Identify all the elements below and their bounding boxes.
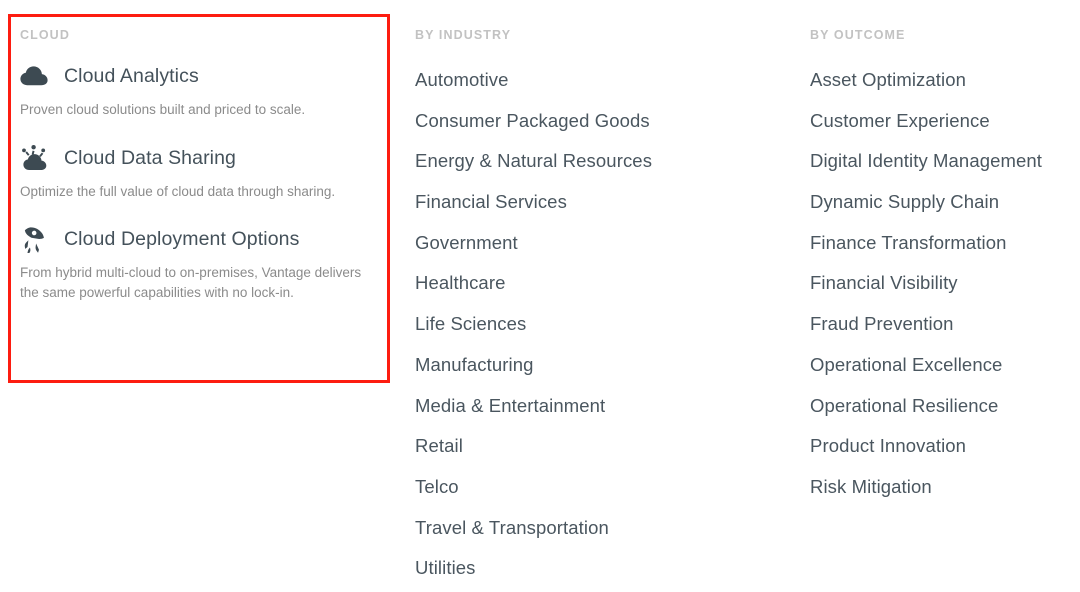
outcome-link[interactable]: Customer Experience (810, 109, 1080, 150)
industry-link[interactable]: Retail (415, 434, 785, 475)
cloud-menu-item-head[interactable]: Cloud Analytics (20, 59, 392, 93)
outcome-link[interactable]: Financial Visibility (810, 271, 1080, 312)
cloud-menu-item-head[interactable]: Cloud Deployment Options (20, 222, 392, 256)
outcome-link[interactable]: Dynamic Supply Chain (810, 190, 1080, 231)
outcome-link[interactable]: Operational Resilience (810, 394, 1080, 435)
cloud-data-sharing-icon (20, 142, 64, 174)
outcome-link[interactable]: Risk Mitigation (810, 475, 1080, 516)
cloud-menu-item-title: Cloud Data Sharing (64, 147, 236, 169)
outcome-link[interactable]: Digital Identity Management (810, 149, 1080, 190)
outcome-column-heading: BY OUTCOME (810, 28, 906, 42)
industry-link[interactable]: Government (415, 231, 785, 272)
industry-link[interactable]: Automotive (415, 68, 785, 109)
industry-link-list: Automotive Consumer Packaged Goods Energ… (415, 68, 785, 592)
industry-link[interactable]: Manufacturing (415, 353, 785, 394)
industry-column: BY INDUSTRY Automotive Consumer Packaged… (415, 0, 785, 592)
rocket-icon (20, 223, 64, 255)
outcome-link[interactable]: Asset Optimization (810, 68, 1080, 109)
cloud-menu-item[interactable]: Cloud Data Sharing Optimize the full val… (20, 141, 392, 202)
cloud-menu-item-head[interactable]: Cloud Data Sharing (20, 141, 392, 175)
outcome-link[interactable]: Product Innovation (810, 434, 1080, 475)
industry-link[interactable]: Media & Entertainment (415, 394, 785, 435)
cloud-menu-item[interactable]: Cloud Deployment Options From hybrid mul… (20, 222, 392, 303)
outcome-column: BY OUTCOME Asset Optimization Customer E… (810, 0, 1080, 516)
outcome-link-list: Asset Optimization Customer Experience D… (810, 68, 1080, 516)
outcome-link[interactable]: Finance Transformation (810, 231, 1080, 272)
cloud-column: CLOUD Cloud Analytics Proven cloud solut… (20, 0, 392, 303)
mega-menu-panel: CLOUD Cloud Analytics Proven cloud solut… (0, 0, 1080, 592)
cloud-menu-item-title: Cloud Analytics (64, 65, 199, 87)
cloud-item-list: Cloud Analytics Proven cloud solutions b… (20, 59, 392, 303)
outcome-link[interactable]: Operational Excellence (810, 353, 1080, 394)
cloud-menu-item[interactable]: Cloud Analytics Proven cloud solutions b… (20, 59, 392, 120)
cloud-icon (20, 60, 64, 92)
industry-link[interactable]: Life Sciences (415, 312, 785, 353)
cloud-menu-item-description: From hybrid multi-cloud to on-premises, … (20, 265, 362, 300)
industry-link[interactable]: Consumer Packaged Goods (415, 109, 785, 150)
industry-link[interactable]: Utilities (415, 556, 785, 592)
cloud-menu-item-description: Proven cloud solutions built and priced … (20, 102, 306, 117)
industry-column-heading: BY INDUSTRY (415, 28, 512, 42)
industry-link[interactable]: Travel & Transportation (415, 516, 785, 557)
industry-link[interactable]: Healthcare (415, 271, 785, 312)
cloud-menu-item-description: Optimize the full value of cloud data th… (20, 184, 336, 199)
cloud-column-heading: CLOUD (20, 28, 70, 42)
industry-link[interactable]: Financial Services (415, 190, 785, 231)
industry-link[interactable]: Energy & Natural Resources (415, 149, 785, 190)
industry-link[interactable]: Telco (415, 475, 785, 516)
outcome-link[interactable]: Fraud Prevention (810, 312, 1080, 353)
cloud-menu-item-title: Cloud Deployment Options (64, 228, 300, 250)
